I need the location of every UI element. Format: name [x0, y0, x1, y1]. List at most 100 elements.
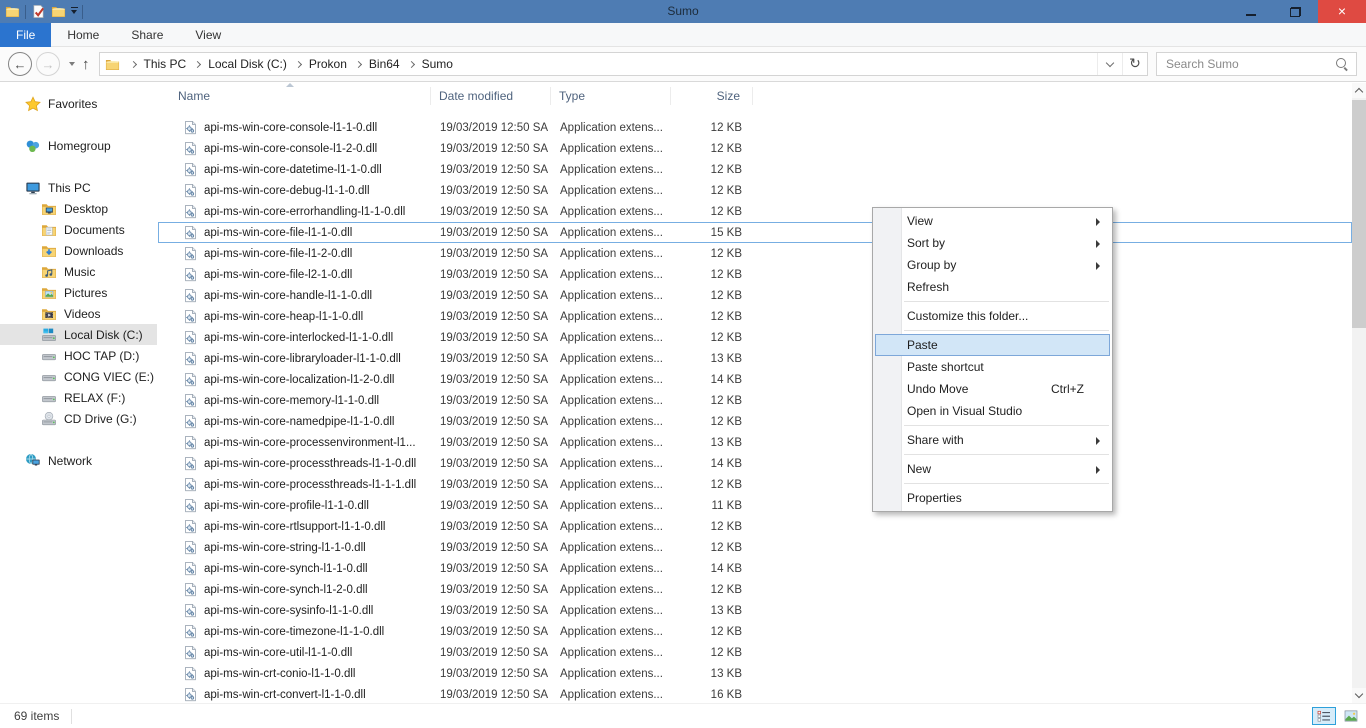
context-menu-item[interactable]: Customize this folder...: [875, 305, 1110, 327]
file-row[interactable]: api-ms-win-core-synch-l1-1-0.dll 19/03/2…: [158, 558, 1352, 579]
close-button[interactable]: ×: [1318, 0, 1366, 23]
breadcrumb-chevron-icon[interactable]: [194, 60, 201, 67]
breadcrumb-item[interactable]: This PC: [122, 53, 187, 75]
column-header-name[interactable]: Name: [158, 87, 431, 105]
vertical-scrollbar[interactable]: [1352, 83, 1366, 703]
file-row[interactable]: api-ms-win-core-processthreads-l1-1-0.dl…: [158, 453, 1352, 474]
context-menu-item[interactable]: Share with: [875, 429, 1110, 451]
file-row[interactable]: api-ms-win-core-namedpipe-l1-1-0.dll 19/…: [158, 411, 1352, 432]
breadcrumb-chevron-icon[interactable]: [129, 60, 136, 67]
sidebar-item[interactable]: RELAX (F:): [0, 387, 157, 408]
context-menu-item[interactable]: New: [875, 458, 1110, 480]
search-input[interactable]: [1157, 57, 1335, 71]
search-icon[interactable]: [1335, 57, 1349, 71]
context-menu-item[interactable]: Paste shortcut: [875, 356, 1110, 378]
file-type: Application extens...: [552, 332, 672, 344]
file-date-modified: 19/03/2019 12:50 SA: [432, 647, 552, 659]
file-row[interactable]: api-ms-win-core-errorhandling-l1-1-0.dll…: [158, 201, 1352, 222]
file-row[interactable]: api-ms-win-core-processenvironment-l1...…: [158, 432, 1352, 453]
file-row[interactable]: api-ms-win-core-console-l1-1-0.dll 19/03…: [158, 117, 1352, 138]
context-menu-item[interactable]: Group by: [875, 254, 1110, 276]
sidebar-item[interactable]: Documents: [0, 219, 157, 240]
forward-button[interactable]: →: [36, 52, 60, 76]
ribbon-tab[interactable]: File: [0, 23, 51, 47]
breadcrumb-chevron-icon[interactable]: [295, 60, 302, 67]
sidebar-item-label: Network: [48, 454, 92, 468]
ribbon-tab[interactable]: Share: [115, 23, 179, 47]
file-row[interactable]: api-ms-win-crt-convert-l1-1-0.dll 19/03/…: [158, 684, 1352, 705]
sidebar-item[interactable]: Desktop: [0, 198, 157, 219]
sidebar-item[interactable]: Videos: [0, 303, 157, 324]
address-dropdown-button[interactable]: [1097, 53, 1122, 75]
address-bar[interactable]: This PC Local Disk (C:) Prokon Bin64 Sum…: [99, 52, 1149, 76]
scrollbar-thumb[interactable]: [1352, 100, 1366, 328]
file-row[interactable]: api-ms-win-core-util-l1-1-0.dll 19/03/20…: [158, 642, 1352, 663]
sidebar-item[interactable]: Homegroup: [0, 135, 157, 156]
dll-file-icon: [183, 498, 198, 513]
up-button[interactable]: ↑: [82, 56, 90, 73]
context-menu-item[interactable]: Paste: [875, 334, 1110, 356]
file-row[interactable]: api-ms-win-core-memory-l1-1-0.dll 19/03/…: [158, 390, 1352, 411]
column-header-size[interactable]: Size: [671, 87, 753, 105]
file-row[interactable]: api-ms-win-core-datetime-l1-1-0.dll 19/0…: [158, 159, 1352, 180]
sidebar-item[interactable]: Local Disk (C:): [0, 324, 157, 345]
breadcrumb-item[interactable]: Sumo: [400, 53, 453, 75]
file-row[interactable]: api-ms-win-core-localization-l1-2-0.dll …: [158, 369, 1352, 390]
file-row[interactable]: api-ms-win-core-rtlsupport-l1-1-0.dll 19…: [158, 516, 1352, 537]
scrollbar-up-button[interactable]: [1352, 83, 1366, 98]
ribbon-tab[interactable]: Home: [51, 23, 115, 47]
breadcrumb-chevron-icon[interactable]: [355, 60, 362, 67]
file-row[interactable]: api-ms-win-core-console-l1-2-0.dll 19/03…: [158, 138, 1352, 159]
qat-dropdown-icon[interactable]: [71, 10, 77, 14]
file-row[interactable]: api-ms-win-core-synch-l1-2-0.dll 19/03/2…: [158, 579, 1352, 600]
restore-button[interactable]: [1273, 0, 1318, 23]
ribbon-tab[interactable]: View: [179, 23, 237, 47]
file-row[interactable]: api-ms-win-core-file-l1-1-0.dll 19/03/20…: [158, 222, 1352, 243]
context-menu-item[interactable]: Open in Visual Studio: [875, 400, 1110, 422]
file-row[interactable]: api-ms-win-core-profile-l1-1-0.dll 19/03…: [158, 495, 1352, 516]
context-menu-item[interactable]: Sort by: [875, 232, 1110, 254]
context-menu-item[interactable]: View: [875, 210, 1110, 232]
scrollbar-down-button[interactable]: [1352, 688, 1366, 703]
breadcrumb-item[interactable]: Local Disk (C:): [186, 53, 287, 75]
sidebar-item[interactable]: This PC: [0, 177, 157, 198]
file-row[interactable]: api-ms-win-core-heap-l1-1-0.dll 19/03/20…: [158, 306, 1352, 327]
recent-locations-icon[interactable]: [69, 62, 75, 66]
refresh-button[interactable]: ↻: [1122, 53, 1147, 75]
sidebar-item[interactable]: Favorites: [0, 93, 157, 114]
sidebar-item[interactable]: Downloads: [0, 240, 157, 261]
sidebar-item[interactable]: Pictures: [0, 282, 157, 303]
context-menu-item[interactable]: Properties: [875, 487, 1110, 509]
file-row[interactable]: api-ms-win-core-file-l1-2-0.dll 19/03/20…: [158, 243, 1352, 264]
sidebar-item[interactable]: Music: [0, 261, 157, 282]
minimize-button[interactable]: [1228, 0, 1273, 23]
breadcrumb-item[interactable]: Prokon: [287, 53, 347, 75]
file-row[interactable]: api-ms-win-core-string-l1-1-0.dll 19/03/…: [158, 537, 1352, 558]
details-view-button[interactable]: [1312, 707, 1336, 725]
column-header-date-modified[interactable]: Date modified: [431, 87, 551, 105]
back-button[interactable]: ←: [8, 52, 32, 76]
column-header-type[interactable]: Type: [551, 87, 671, 105]
file-row[interactable]: api-ms-win-core-file-l2-1-0.dll 19/03/20…: [158, 264, 1352, 285]
file-row[interactable]: api-ms-win-core-libraryloader-l1-1-0.dll…: [158, 348, 1352, 369]
new-folder-icon[interactable]: [51, 4, 66, 19]
icons-view-button[interactable]: [1339, 707, 1363, 725]
properties-check-icon[interactable]: [31, 4, 46, 19]
file-row[interactable]: api-ms-win-core-sysinfo-l1-1-0.dll 19/03…: [158, 600, 1352, 621]
file-row[interactable]: api-ms-win-core-timezone-l1-1-0.dll 19/0…: [158, 621, 1352, 642]
sidebar-item[interactable]: CONG VIEC (E:): [0, 366, 157, 387]
file-row[interactable]: api-ms-win-core-processthreads-l1-1-1.dl…: [158, 474, 1352, 495]
file-name: api-ms-win-core-rtlsupport-l1-1-0.dll: [204, 521, 386, 533]
file-row[interactable]: api-ms-win-core-handle-l1-1-0.dll 19/03/…: [158, 285, 1352, 306]
file-row[interactable]: api-ms-win-core-interlocked-l1-1-0.dll 1…: [158, 327, 1352, 348]
file-row[interactable]: api-ms-win-core-debug-l1-1-0.dll 19/03/2…: [158, 180, 1352, 201]
sidebar-item[interactable]: Network: [0, 450, 157, 471]
sidebar-item[interactable]: HOC TAP (D:): [0, 345, 157, 366]
breadcrumb-chevron-icon[interactable]: [408, 60, 415, 67]
menu-item-label: Paste: [907, 338, 938, 352]
context-menu-item[interactable]: Refresh: [875, 276, 1110, 298]
sidebar-item[interactable]: CD Drive (G:): [0, 408, 157, 429]
breadcrumb-item[interactable]: Bin64: [347, 53, 400, 75]
file-row[interactable]: api-ms-win-crt-conio-l1-1-0.dll 19/03/20…: [158, 663, 1352, 684]
context-menu-item[interactable]: Undo Move Ctrl+Z: [875, 378, 1110, 400]
